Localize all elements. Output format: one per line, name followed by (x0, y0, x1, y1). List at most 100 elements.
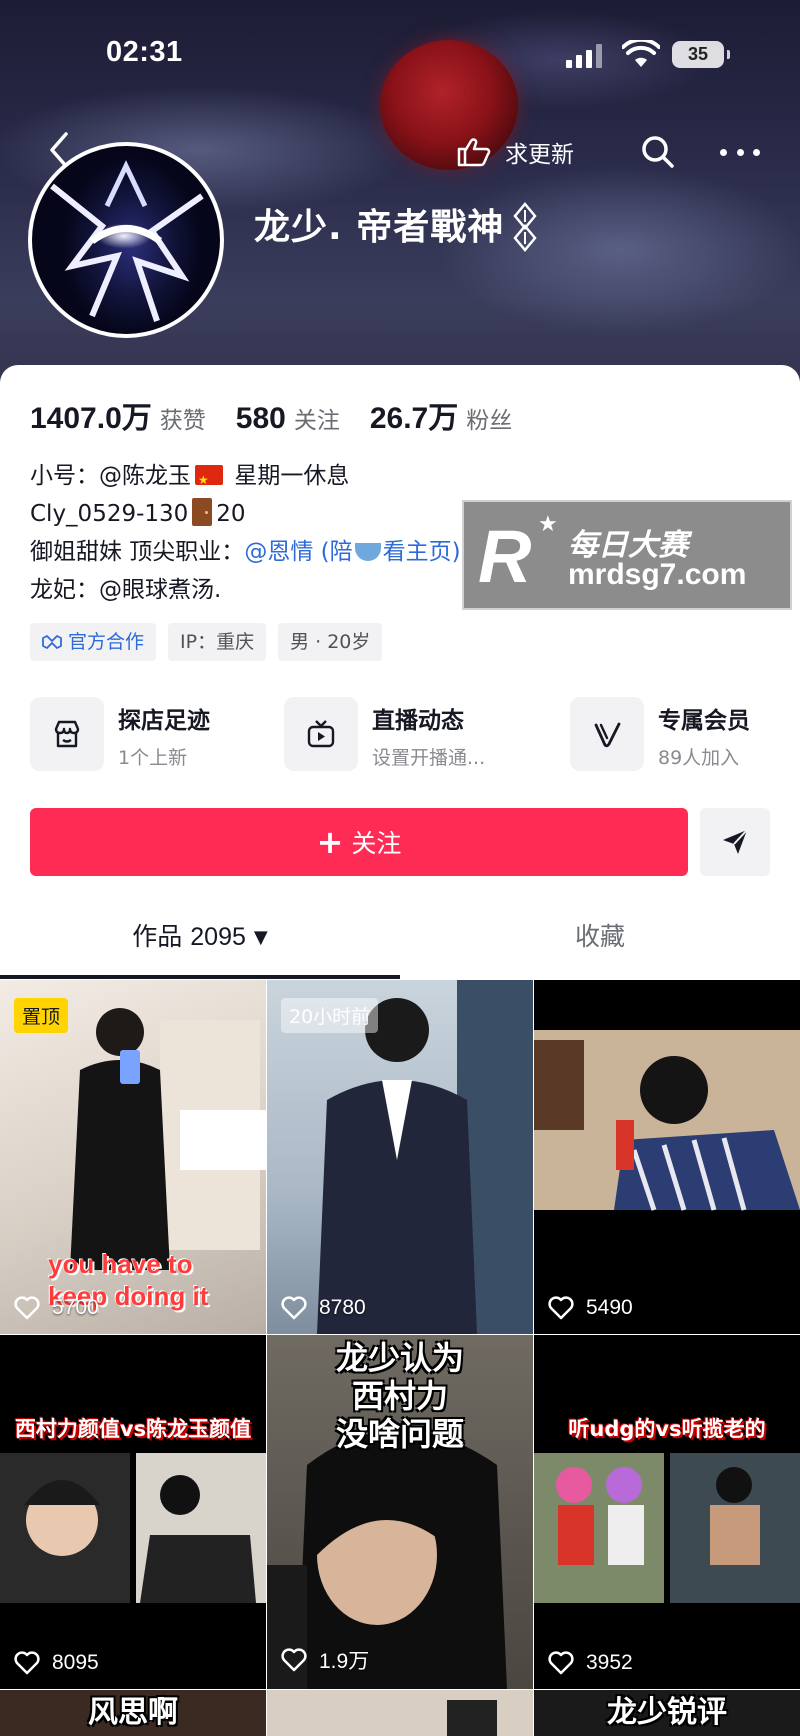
tag-ip-location: IP：重庆 (168, 623, 267, 661)
video-thumbnail[interactable]: 置顶 you have to keep doing it 5700 (0, 980, 266, 1334)
bio-text: 御姐甜妹 顶尖职业： (30, 539, 245, 565)
post-time-badge: 20小时前 (281, 998, 379, 1033)
profile-services: 探店足迹 1个上新 直播动态 设置开播通... 专属会员 89人加入 (30, 697, 770, 777)
plus-icon: + (316, 823, 344, 861)
video-thumbnail[interactable]: 龙少锐评 (534, 1690, 800, 1736)
video-thumbnail[interactable] (267, 1690, 533, 1736)
more-dot-icon (736, 148, 744, 156)
avatar-art (50, 160, 204, 322)
bio-text: 龙妃： (30, 577, 99, 603)
stat-likes-label: 获赞 (159, 408, 206, 434)
bio-line: 小号：@陈龙玉 星期一休息 (30, 457, 461, 499)
pointing-hand-icon (457, 138, 491, 167)
thumbnail-art (0, 1453, 266, 1603)
profile-bio: 小号：@陈龙玉 星期一休息 Cly_0529-13020 御姐甜妹 顶尖职业：@… (30, 457, 461, 609)
rank-badge-icon (513, 202, 537, 252)
tab-works[interactable]: 作品 2095 ▼ (0, 902, 400, 978)
watermark-star-icon: ★ (538, 512, 558, 537)
service-title: 专属会员 (658, 708, 750, 734)
service-live-updates[interactable]: 直播动态 设置开播通... (284, 697, 485, 773)
avatar[interactable] (28, 142, 224, 338)
site-watermark: R ★ 每日大赛 mrdsg7.com (462, 500, 792, 610)
profile-nickname: 龙少. 帝者戰神 (254, 207, 505, 248)
likes-count: 1.9万 (319, 1650, 370, 1673)
more-options-button[interactable] (720, 134, 760, 170)
share-button[interactable] (700, 808, 770, 876)
wifi-icon (622, 40, 660, 67)
tag-label: 官方合作 (68, 631, 145, 653)
service-subtitle: 89人加入 (658, 747, 740, 769)
bio-line: 龙妃：@眼球煮汤. (30, 571, 461, 609)
service-store-visits[interactable]: 探店足迹 1个上新 (30, 697, 210, 773)
likes-count: 3952 (586, 1651, 633, 1674)
tag-official-cooperation[interactable]: 官方合作 (30, 623, 157, 661)
likes-count: 5700 (52, 1296, 99, 1319)
cellular-signal-icon (566, 44, 606, 68)
china-flag-icon (195, 461, 223, 499)
more-dot-icon (720, 148, 727, 156)
dropdown-triangle-icon[interactable]: ▼ (254, 927, 268, 948)
thumbnail-art (317, 980, 533, 1334)
profile-tabs: 作品 2095 ▼ 收藏 (0, 902, 800, 980)
video-likes: 8095 (14, 1651, 99, 1675)
pinned-badge: 置顶 (14, 998, 69, 1033)
video-thumbnail[interactable]: 5490 (534, 980, 800, 1334)
follow-label: 关注 (351, 829, 402, 858)
video-likes: 5700 (14, 1296, 99, 1320)
tag-label: IP：重庆 (180, 631, 255, 653)
bio-text: 星期一休息 (234, 463, 350, 489)
active-tab-indicator (0, 975, 400, 979)
service-title: 探店足迹 (118, 708, 210, 734)
stat-followers-value: 26.7万 (369, 402, 459, 435)
stat-likes[interactable]: 1407.0万 获赞 (30, 393, 206, 437)
video-grid: 置顶 you have to keep doing it 5700 20小时前 8… (0, 980, 800, 1736)
watermark-logo-letter: R (478, 515, 532, 598)
video-caption: 龙少锐评 (607, 1695, 727, 1730)
bio-mention-link[interactable]: @陈龙玉 (99, 463, 191, 489)
handshake-icon (42, 635, 62, 649)
likes-count: 8780 (319, 1296, 366, 1319)
video-likes: 3952 (548, 1651, 633, 1675)
request-update-button[interactable]: 求更新 (455, 132, 574, 172)
heart-icon (281, 1648, 307, 1672)
tab-favorites[interactable]: 收藏 (400, 902, 800, 978)
video-thumbnail[interactable]: 龙少认为 西村力 没啥问题 1.9万 (267, 1335, 533, 1689)
profile-card: 1407.0万 获赞 580 关注 26.7万 粉丝 小号：@陈龙玉 星期一休息… (0, 365, 800, 980)
video-caption: 西村力颜值vs陈龙玉颜值 (14, 1417, 252, 1441)
bio-mention-link[interactable]: @眼球煮汤. (99, 577, 221, 603)
video-thumbnail[interactable]: 听udg的vs听揽老的 3952 (534, 1335, 800, 1689)
follow-button[interactable]: + 关注 (30, 808, 688, 876)
video-thumbnail[interactable]: 20小时前 8780 (267, 980, 533, 1334)
service-membership[interactable]: 专属会员 89人加入 (570, 697, 750, 773)
stat-likes-value: 1407.0万 (30, 402, 152, 435)
heart-icon (548, 1651, 574, 1675)
likes-count: 5490 (586, 1296, 633, 1319)
heart-icon (14, 1651, 40, 1675)
bio-mention-link[interactable]: @恩情 (陪 (244, 539, 352, 565)
likes-count: 8095 (52, 1651, 99, 1674)
bio-text: 20 (216, 501, 246, 527)
watermark-url: mrdsg7.com (568, 558, 747, 591)
tab-works-count: 2095 (190, 923, 246, 951)
bio-line: Cly_0529-130 20 (30, 495, 461, 533)
video-thumbnail[interactable]: 风思啊 (0, 1690, 266, 1736)
live-tv-icon (284, 697, 358, 771)
video-thumbnail[interactable]: 西村力颜值vs陈龙玉颜值 8095 (0, 1335, 266, 1689)
vip-icon (570, 697, 644, 771)
heart-icon (14, 1296, 40, 1320)
profile-stats: 1407.0万 获赞 580 关注 26.7万 粉丝 (30, 393, 542, 437)
stat-followers[interactable]: 26.7万 粉丝 (370, 393, 512, 437)
stat-following[interactable]: 580 关注 (236, 401, 340, 436)
search-icon[interactable] (640, 134, 676, 170)
door-icon (192, 498, 213, 526)
thumbnail-art (447, 1700, 497, 1736)
status-time: 02:31 (106, 36, 183, 68)
stat-following-label: 关注 (293, 408, 340, 434)
store-icon (30, 697, 104, 771)
bio-text: 小号： (30, 463, 99, 489)
stat-following-value: 580 (235, 402, 286, 435)
video-caption: 风思啊 (88, 1695, 178, 1730)
bio-line: 御姐甜妹 顶尖职业：@恩情 (陪 看主页) (30, 533, 461, 571)
thumbnail-art (534, 1453, 800, 1603)
video-likes: 8780 (281, 1296, 366, 1320)
